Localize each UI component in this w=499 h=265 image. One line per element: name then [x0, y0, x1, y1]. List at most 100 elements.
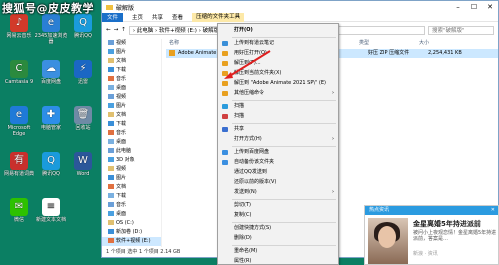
desktop-icon[interactable]: ♪ 网易云音乐: [2, 14, 36, 39]
context-menu-item[interactable]: 通过QQ发送到: [218, 168, 338, 177]
nav-item[interactable]: 下载: [102, 120, 161, 129]
menu-item-label: 扫描: [234, 113, 245, 119]
nav-item[interactable]: 此电脑: [102, 147, 161, 156]
nav-item[interactable]: 下载: [102, 192, 161, 201]
context-menu-item[interactable]: 上传到有道云笔记: [218, 39, 338, 48]
minimize-icon[interactable]: –: [450, 3, 466, 11]
nav-item-icon: [108, 166, 114, 171]
close-icon[interactable]: ✕: [482, 3, 498, 11]
nav-item[interactable]: 下载: [102, 66, 161, 75]
nav-item-label: 此电脑: [116, 148, 132, 154]
nav-item[interactable]: 新加卷 (D:): [102, 228, 161, 237]
desktop-icon[interactable]: Q 腾讯QQ: [34, 152, 68, 177]
context-menu-item[interactable]: 删除(D): [218, 234, 338, 243]
nav-item[interactable]: 图片: [102, 102, 161, 111]
nav-item[interactable]: 桌面: [102, 84, 161, 93]
nav-item-label: 视频: [116, 94, 127, 100]
tab-file[interactable]: 文件: [102, 12, 124, 22]
menu-separator: [232, 222, 336, 223]
nav-item[interactable]: OS (C:): [102, 219, 161, 228]
search-input[interactable]: 搜索"破解版": [428, 25, 494, 35]
context-menu-item[interactable]: 复制(C): [218, 211, 338, 220]
up-icon[interactable]: ↑: [121, 27, 126, 33]
ribbon-tabs: 文件 主页 共享 查看 压缩的文件夹工具: [102, 12, 498, 22]
tab-home[interactable]: 主页: [132, 13, 143, 21]
desktop-icon[interactable]: Q 腾讯QQ: [66, 14, 100, 39]
nav-item-label: OS (C:): [116, 220, 134, 226]
popup-close-icon[interactable]: ✕: [491, 206, 495, 215]
nav-item-icon: [108, 67, 114, 72]
app-icon: 有: [10, 152, 28, 170]
menu-item-label: 重命名(M): [234, 248, 258, 254]
context-menu-item[interactable]: 扫描: [218, 102, 338, 111]
nav-item[interactable]: 音乐: [102, 75, 161, 84]
nav-item-label: 3D 对象: [116, 157, 135, 163]
desktop-icon[interactable]: ≡ 新建文本文档: [34, 198, 68, 223]
nav-item[interactable]: 图片: [102, 48, 161, 57]
nav-item[interactable]: 文档: [102, 183, 161, 192]
nav-item[interactable]: 桌面: [102, 138, 161, 147]
desktop-icon[interactable]: 有网易有道词典: [2, 152, 36, 177]
menu-item-label: 删除(D): [234, 235, 252, 241]
nav-item-icon: [108, 76, 114, 81]
context-menu-item[interactable]: 打开方式(H) ›: [218, 135, 338, 144]
context-menu-item[interactable]: 共享: [218, 125, 338, 134]
back-icon[interactable]: ←: [106, 27, 111, 33]
nav-item[interactable]: 3D 对象: [102, 156, 161, 165]
context-menu-item[interactable]: 其他压缩命令 ›: [218, 89, 338, 98]
menu-item-icon: [222, 114, 228, 119]
col-size[interactable]: 大小: [416, 39, 476, 48]
nav-item[interactable]: 音乐: [102, 201, 161, 210]
nav-item[interactable]: 视频: [102, 165, 161, 174]
app-icon: ☁: [42, 60, 60, 78]
context-menu-item[interactable]: 发送到(N) ›: [218, 188, 338, 197]
forward-icon[interactable]: →: [114, 27, 119, 33]
nav-item[interactable]: 桌面: [102, 210, 161, 219]
context-menu-item[interactable]: 创建快捷方式(S): [218, 224, 338, 233]
menu-item-icon: [222, 150, 228, 155]
desktop-icon-label: 2345加速浏览器: [34, 33, 68, 45]
nav-item[interactable]: 音乐: [102, 129, 161, 138]
desktop-icon[interactable]: ✉ 微信: [2, 198, 36, 223]
context-menu-item[interactable]: 剪切(T): [218, 201, 338, 210]
col-type[interactable]: 类型: [356, 39, 416, 48]
nav-item[interactable]: 视频: [102, 39, 161, 48]
desktop-icon[interactable]: 🗑 回收站: [66, 106, 100, 131]
desktop-icon[interactable]: C Camtasia 9: [2, 60, 36, 85]
nav-item-label: 文档: [116, 58, 127, 64]
desktop-icon[interactable]: ⚡ 迅雷: [66, 60, 100, 85]
context-menu-item[interactable]: 属性(R): [218, 257, 338, 265]
menu-item-icon: [222, 91, 228, 96]
nav-item[interactable]: 软件+视频 (E:): [102, 237, 161, 246]
maximize-icon[interactable]: ☐: [466, 3, 482, 11]
popup-header: 热点资讯 ✕: [365, 206, 498, 215]
menu-separator: [232, 245, 336, 246]
nav-item-label: 音乐: [116, 76, 127, 82]
desktop-icon[interactable]: e Microsoft Edge: [2, 106, 36, 137]
menu-separator: [232, 100, 336, 101]
nav-item-label: 下载: [116, 193, 127, 199]
tab-view[interactable]: 查看: [172, 13, 183, 21]
desktop-icon[interactable]: ✚ 电脑管家: [34, 106, 68, 131]
tab-compressed-tools[interactable]: 压缩的文件夹工具: [192, 12, 245, 22]
context-menu-item[interactable]: 扫描: [218, 112, 338, 121]
desktop-icon[interactable]: W Word: [66, 152, 100, 177]
desktop-icon[interactable]: e 2345加速浏览器: [34, 14, 68, 45]
context-menu-item[interactable]: 还原以前的版本(V): [218, 178, 338, 187]
watermark-text: 搜狐号@皮皮教学: [2, 2, 94, 15]
context-menu-item[interactable]: 上传到百度网盘: [218, 148, 338, 157]
context-menu-item[interactable]: 自动备份该文件夹: [218, 158, 338, 167]
nav-item[interactable]: 视频: [102, 93, 161, 102]
context-menu-item[interactable]: 打开(O): [218, 26, 338, 35]
tab-share[interactable]: 共享: [152, 13, 163, 21]
desktop-icon[interactable]: ☁ 百度网盘: [34, 60, 68, 85]
nav-item[interactable]: 文档: [102, 57, 161, 66]
app-icon: ≡: [42, 198, 60, 216]
desktop-icon-label: 腾讯QQ: [42, 171, 60, 177]
nav-item[interactable]: 图片: [102, 174, 161, 183]
news-popup[interactable]: 热点资讯 ✕ 金星离婚5年持进派前 被问小上夜观恋情！金星离婚5年持进派前，答案…: [364, 205, 499, 265]
nav-item[interactable]: 文档: [102, 111, 161, 120]
file-type: 好压 ZIP 压缩文件: [368, 50, 410, 56]
context-menu-item[interactable]: 重命名(M): [218, 247, 338, 256]
popup-title[interactable]: 金星离婚5年持进派前: [413, 219, 481, 229]
